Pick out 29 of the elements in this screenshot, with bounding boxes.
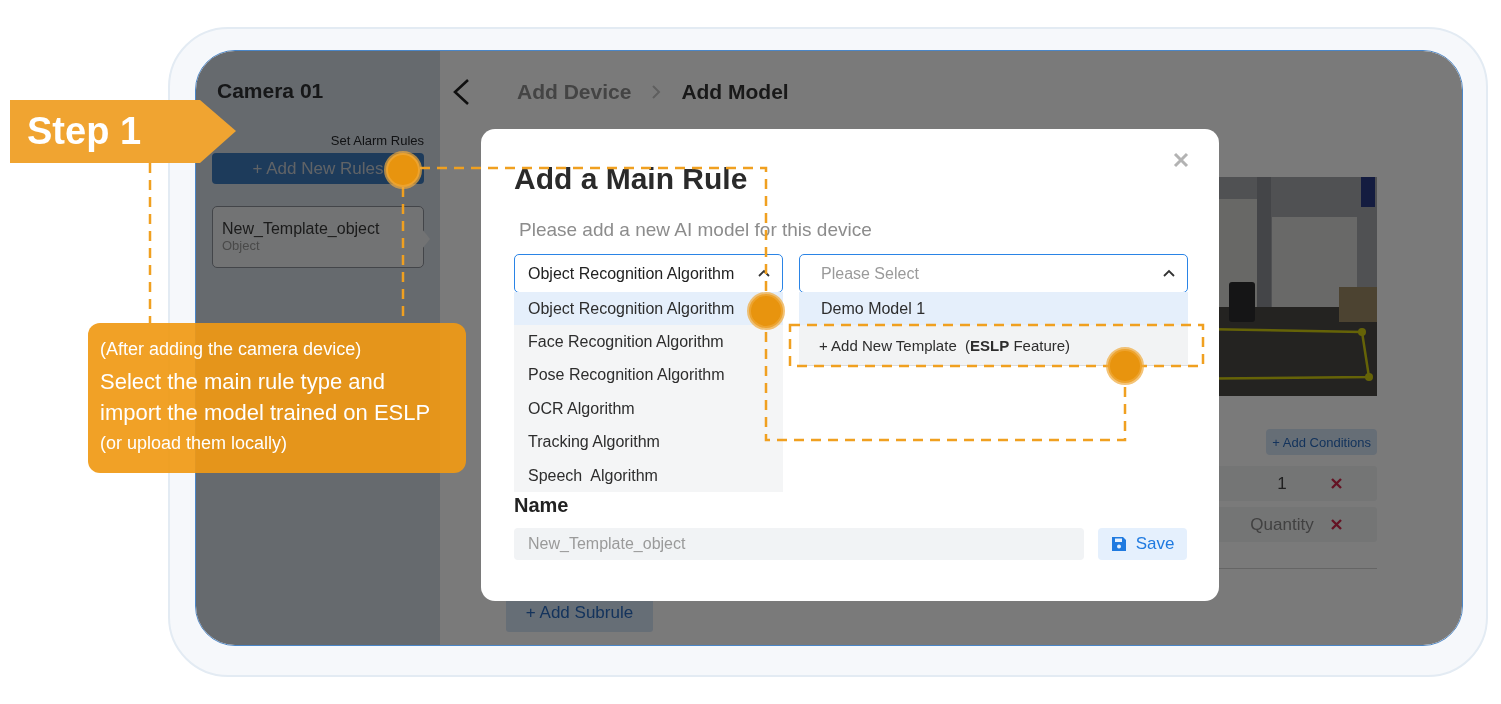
- dropdown-option[interactable]: Face Recognition Algorithm: [514, 325, 783, 359]
- dropdown-option[interactable]: Speech Algorithm: [514, 458, 783, 493]
- close-icon[interactable]: [1173, 152, 1189, 168]
- rule-name: New_Template_object: [222, 219, 381, 238]
- condition-value: 1: [1276, 473, 1288, 494]
- modal-subtitle: Please add a new AI model for this device: [519, 218, 873, 242]
- callout-text: Select the main rule type and import the model trained on ESLP: [100, 368, 432, 427]
- breadcrumb[interactable]: Add Model: [681, 78, 789, 106]
- delete-icon[interactable]: [1331, 478, 1342, 489]
- back-chevron-icon[interactable]: [451, 78, 471, 106]
- dropdown-option[interactable]: Tracking Algorithm: [514, 425, 783, 459]
- name-field[interactable]: New_Template_object: [514, 528, 1084, 560]
- caret-icon: [1163, 269, 1175, 278]
- dropdown-option[interactable]: OCR Algorithm: [514, 392, 783, 426]
- save-button[interactable]: Save: [1098, 528, 1187, 560]
- callout-note: (After adding the camera device): [100, 338, 363, 361]
- camera-title: Camera 01: [217, 79, 325, 103]
- dropdown-option[interactable]: Demo Model 1: [799, 292, 1188, 326]
- algorithm-select[interactable]: Object Recognition Algorithm: [514, 254, 783, 293]
- caret-icon: [758, 269, 770, 278]
- callout-aside: (or upload them locally): [100, 432, 289, 455]
- name-label: Name: [514, 493, 570, 517]
- dropdown-option[interactable]: Pose Recognition Algorithm: [514, 358, 783, 393]
- save-icon: [1110, 536, 1127, 552]
- modal-title: Add a Main Rule: [514, 161, 749, 197]
- section-label: Set Alarm Rules: [329, 133, 424, 149]
- step-badge: Step 1: [10, 100, 236, 163]
- delete-icon[interactable]: [1331, 519, 1342, 530]
- chevron-icon: [651, 85, 662, 99]
